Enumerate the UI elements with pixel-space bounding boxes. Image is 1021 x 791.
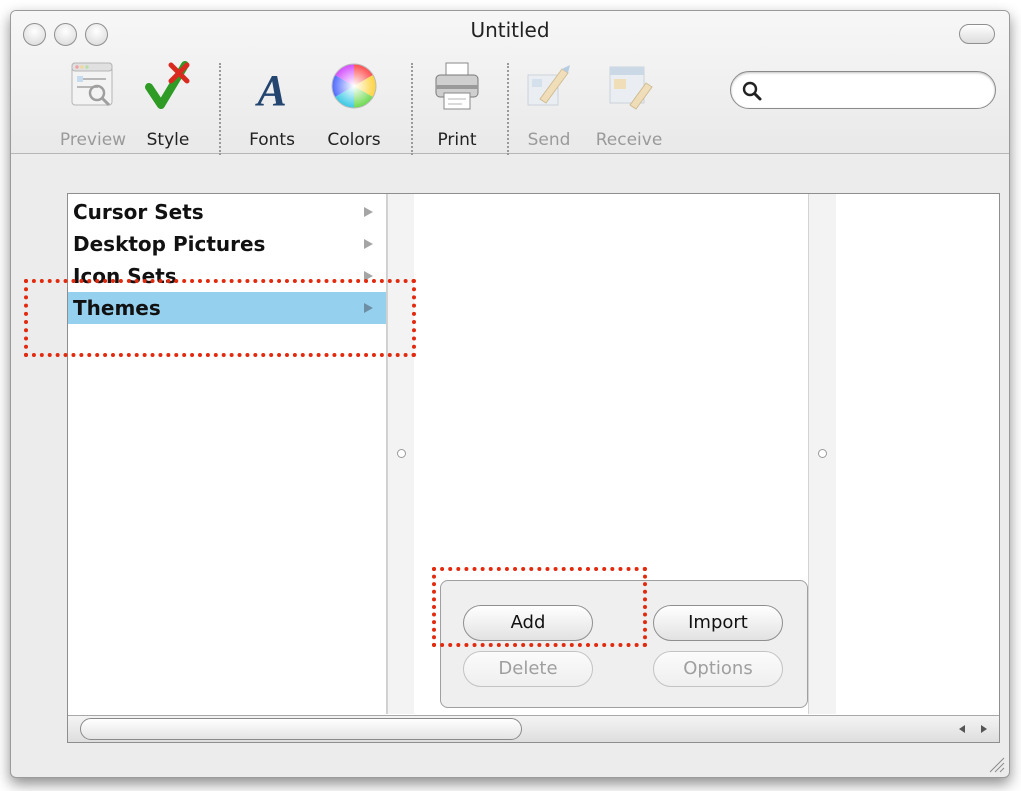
print-icon xyxy=(435,62,479,110)
disclosure-arrow-icon xyxy=(364,207,373,217)
send-toolbar-button[interactable]: Send xyxy=(515,59,583,150)
style-label: Style xyxy=(146,130,190,150)
window-title: Untitled xyxy=(470,18,550,42)
browser-column-details xyxy=(836,194,999,714)
list-item-themes[interactable]: Themes xyxy=(68,292,386,324)
scroll-left-icon[interactable] xyxy=(954,720,970,738)
preview-toolbar-button[interactable]: Preview xyxy=(51,59,135,150)
app-window: Untitled Preview Style A Fonts Colors Pr… xyxy=(10,10,1010,778)
preview-label: Preview xyxy=(59,130,127,150)
import-button[interactable]: Import xyxy=(653,605,783,641)
list-item-label: Cursor Sets xyxy=(73,200,204,224)
browser-column-categories: Cursor Sets Desktop Pictures Icon Sets T… xyxy=(68,194,387,714)
send-label: Send xyxy=(527,130,571,150)
disclosure-arrow-icon xyxy=(364,239,373,249)
style-toolbar-button[interactable]: Style xyxy=(135,59,201,150)
options-button[interactable]: Options xyxy=(653,651,783,687)
toolbar-separator xyxy=(219,63,221,155)
toolbar-toggle-button[interactable] xyxy=(959,24,995,44)
colors-icon xyxy=(331,63,377,109)
toolbar-separator xyxy=(411,63,413,155)
list-item-label: Icon Sets xyxy=(73,264,177,288)
svg-text:A: A xyxy=(254,66,286,113)
receive-toolbar-button[interactable]: Receive xyxy=(587,59,671,150)
search-input[interactable] xyxy=(769,78,983,102)
list-item-label: Themes xyxy=(73,296,161,320)
delete-button[interactable]: Delete xyxy=(463,651,593,687)
fonts-label: Fonts xyxy=(249,130,295,150)
send-icon xyxy=(527,65,570,106)
scrollbar-thumb[interactable] xyxy=(80,718,522,740)
action-button-panel: Add Import Delete Options xyxy=(440,580,808,708)
list-item-label: Desktop Pictures xyxy=(73,232,266,256)
column-resize-divider[interactable] xyxy=(808,194,837,714)
resize-knob-icon xyxy=(397,449,406,458)
print-label: Print xyxy=(437,130,477,150)
print-toolbar-button[interactable]: Print xyxy=(425,59,489,150)
search-field[interactable] xyxy=(730,71,996,109)
list-item-desktop-pictures[interactable]: Desktop Pictures xyxy=(68,228,386,260)
colors-toolbar-button[interactable]: Colors xyxy=(313,59,395,150)
list-item-cursor-sets[interactable]: Cursor Sets xyxy=(68,196,386,228)
add-button[interactable]: Add xyxy=(463,605,593,641)
disclosure-arrow-icon xyxy=(364,303,373,313)
window-chrome: Untitled Preview Style A Fonts Colors Pr… xyxy=(11,11,1009,155)
disclosure-arrow-icon xyxy=(364,271,373,281)
toolbar-separator xyxy=(507,63,509,155)
colors-label: Colors xyxy=(327,130,381,150)
receive-icon xyxy=(609,66,653,110)
search-icon xyxy=(742,81,762,101)
preview-icon xyxy=(71,62,113,107)
fonts-icon: A xyxy=(254,66,286,113)
fonts-toolbar-button[interactable]: A Fonts xyxy=(237,59,307,150)
scroll-right-icon[interactable] xyxy=(976,720,992,738)
resize-knob-icon xyxy=(818,449,827,458)
list-item-icon-sets[interactable]: Icon Sets xyxy=(68,260,386,292)
horizontal-scrollbar[interactable] xyxy=(68,715,999,742)
column-resize-divider[interactable] xyxy=(387,194,416,714)
resize-grip-icon[interactable] xyxy=(987,755,1005,773)
receive-label: Receive xyxy=(595,130,663,150)
style-icon xyxy=(145,61,190,109)
column-browser: Cursor Sets Desktop Pictures Icon Sets T… xyxy=(67,193,1000,743)
